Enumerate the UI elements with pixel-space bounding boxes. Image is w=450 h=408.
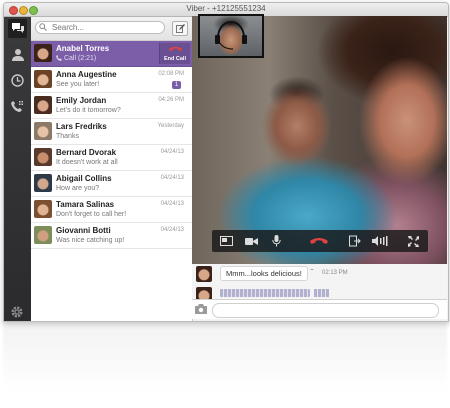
gear-icon [11,306,23,318]
contact-name: Giovanni Botti [56,226,111,235]
contact-name: Anna Augestine [56,70,117,79]
last-message: Let's do it tomorrow? [56,107,121,114]
message-compose-bar [192,299,447,319]
timestamp: 04:26 PM [158,97,184,103]
toggle-self-view-button[interactable] [218,233,234,249]
hang-up-icon [310,238,328,244]
avatar [196,266,212,282]
contact-name: Bernard Dvorak [56,148,117,157]
timestamp: Yesterday [157,123,184,129]
fullscreen-button[interactable] [405,233,421,249]
contacts-nav-button[interactable] [8,45,27,64]
avatar [34,226,52,244]
conversation-item[interactable]: Bernard Dvorak It doesn't work at all 04… [31,145,192,171]
conversation-item[interactable]: Tamara Salinas Don't forget to call her!… [31,197,192,223]
conversation-item[interactable]: Anabel Torres Call (2:21) End Call [31,41,192,67]
avatar [34,122,52,140]
conversation-item[interactable]: Lars Fredriks Thanks Yesterday [31,119,192,145]
window-title: Viber - +12125551234 [186,4,266,13]
avatar [34,44,52,62]
mute-button[interactable] [268,233,284,249]
clock-icon [11,74,24,87]
hang-up-button[interactable] [308,233,330,249]
timestamp: 04/24/13 [160,175,184,181]
avatar [34,96,52,114]
last-message: Was nice catching up! [56,237,125,244]
timestamp: 02:08 PM [158,71,184,77]
search-icon [39,23,47,31]
conversation-item[interactable]: Abigail Collins How are you? 04/24/13 [31,171,192,197]
microphone-icon [271,235,281,247]
avatar [34,174,52,192]
message-bubble [314,289,329,297]
camera-icon[interactable] [195,304,207,314]
conversation-list-pane: Anabel Torres Call (2:21) End Call Anna … [31,17,193,321]
last-message: Thanks [56,133,79,140]
chat-bubbles-icon [11,23,24,33]
contact-name: Tamara Salinas [56,200,115,209]
hang-up-icon [169,46,182,51]
volume-icon [372,236,388,246]
conversation-item[interactable]: Anna Augestine See you later! 02:08 PM 1 [31,67,192,93]
search-bar [31,17,192,41]
last-message: See you later! [56,81,100,88]
window-reflection [3,322,447,392]
last-message: Don't forget to call her! [56,211,127,218]
contact-name: Anabel Torres [56,44,110,53]
timestamp: 04/24/13 [160,201,184,207]
transfer-call-button[interactable] [347,233,363,249]
volume-button[interactable] [370,233,392,249]
fullscreen-icon [407,235,419,247]
keypad-nav-button[interactable] [8,97,27,116]
picture-in-picture-icon [219,236,233,246]
unread-badge: 1 [172,81,181,89]
phone-dialpad-icon [11,101,23,112]
last-message: How are you? [56,185,100,192]
conversation-item[interactable]: Emily Jordan Let's do it tomorrow? 04:26… [31,93,192,119]
nav-rail [4,17,31,321]
avatar [34,148,52,166]
chat-resize-handle[interactable]: ... [310,265,314,272]
person-icon [11,49,24,61]
timestamp: 04/24/13 [160,227,184,233]
call-controls-bar [212,230,428,252]
contact-name: Abigail Collins [56,174,112,183]
chats-nav-button[interactable] [8,19,27,38]
recents-nav-button[interactable] [8,71,27,90]
contact-name: Lars Fredriks [56,122,107,131]
compose-icon [175,24,185,33]
message-bubble [220,289,310,297]
contact-name: Emily Jordan [56,96,107,105]
settings-button[interactable] [10,305,24,321]
end-call-button[interactable]: End Call [159,43,190,64]
phone-icon [56,55,62,61]
message-bubble: Mmm...looks delicious! [220,266,308,281]
end-call-label: End Call [163,56,186,62]
transfer-icon [349,235,361,247]
conversation-item[interactable]: Giovanni Botti Was nice catching up! 04/… [31,223,192,249]
video-camera-icon [244,237,258,245]
headset-overlay [215,20,247,50]
self-view-video[interactable] [198,14,264,58]
last-message: It doesn't work at all [56,159,118,166]
timestamp: 04/24/13 [160,149,184,155]
avatar [34,70,52,88]
call-duration: Call (2:21) [63,55,97,62]
call-status: Call (2:21) [56,55,96,62]
message-input[interactable] [212,303,439,318]
video-toggle-button[interactable] [243,233,259,249]
search-input[interactable] [35,21,165,34]
new-message-button[interactable] [172,21,188,36]
avatar [34,200,52,218]
message-timestamp: 02:13 PM [322,270,348,276]
